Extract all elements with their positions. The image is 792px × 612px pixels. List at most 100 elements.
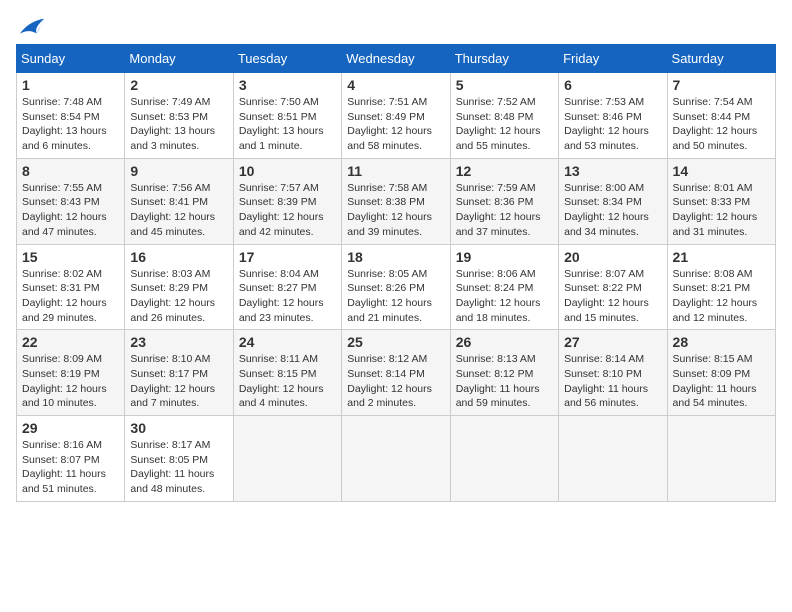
sunset-text: Sunset: 8:43 PM — [22, 195, 119, 210]
calendar-cell: 20 Sunrise: 8:07 AMSunset: 8:22 PMDayligh… — [559, 244, 667, 330]
calendar-cell: 11Sunrise: 7:58 AMSunset: 8:38 PMDayligh… — [342, 158, 450, 244]
calendar-cell: 25Sunrise: 8:12 AMSunset: 8:14 PMDayligh… — [342, 330, 450, 416]
sunrise-text: Sunrise: 8:06 AM — [456, 267, 553, 282]
calendar-week-row: 1Sunrise: 7:48 AMSunset: 8:54 PMDaylight… — [17, 73, 776, 159]
calendar-header-monday: Monday — [125, 45, 233, 73]
calendar-cell: 2 Sunrise: 7:49 AMSunset: 8:53 PMDaylight… — [125, 73, 233, 159]
calendar-cell: 26Sunrise: 8:13 AMSunset: 8:12 PMDayligh… — [450, 330, 558, 416]
day-info: Sunrise: 8:03 AMSunset: 8:29 PMDaylight:… — [130, 267, 227, 326]
day-info: Sunrise: 8:07 AMSunset: 8:22 PMDaylight:… — [564, 267, 661, 326]
sunset-text: Sunset: 8:09 PM — [673, 367, 770, 382]
sunrise-text: Sunrise: 8:10 AM — [130, 352, 227, 367]
sunset-text: Sunset: 8:51 PM — [239, 110, 336, 125]
logo — [16, 16, 46, 34]
day-info: Sunrise: 8:10 AMSunset: 8:17 PMDaylight:… — [130, 352, 227, 411]
daylight-text: Daylight: 12 hours and 15 minutes. — [564, 296, 661, 325]
daylight-text: Daylight: 13 hours and 1 minute. — [239, 124, 336, 153]
sunset-text: Sunset: 8:33 PM — [673, 195, 770, 210]
sunrise-text: Sunrise: 8:09 AM — [22, 352, 119, 367]
calendar-cell: 1Sunrise: 7:48 AMSunset: 8:54 PMDaylight… — [17, 73, 125, 159]
day-number: 17 — [239, 249, 336, 265]
day-number: 5 — [456, 77, 553, 93]
sunrise-text: Sunrise: 7:49 AM — [130, 95, 227, 110]
daylight-text: Daylight: 12 hours and 34 minutes. — [564, 210, 661, 239]
daylight-text: Daylight: 12 hours and 18 minutes. — [456, 296, 553, 325]
day-info: Sunrise: 8:13 AMSunset: 8:12 PMDaylight:… — [456, 352, 553, 411]
day-number: 16 — [130, 249, 227, 265]
day-info: Sunrise: 7:53 AMSunset: 8:46 PMDaylight:… — [564, 95, 661, 154]
sunrise-text: Sunrise: 8:05 AM — [347, 267, 444, 282]
calendar-cell: 28Sunrise: 8:15 AMSunset: 8:09 PMDayligh… — [667, 330, 775, 416]
sunrise-text: Sunrise: 7:54 AM — [673, 95, 770, 110]
sunrise-text: Sunrise: 7:56 AM — [130, 181, 227, 196]
sunset-text: Sunset: 8:15 PM — [239, 367, 336, 382]
sunset-text: Sunset: 8:14 PM — [347, 367, 444, 382]
day-info: Sunrise: 8:02 AMSunset: 8:31 PMDaylight:… — [22, 267, 119, 326]
sunset-text: Sunset: 8:05 PM — [130, 453, 227, 468]
calendar-table: SundayMondayTuesdayWednesdayThursdayFrid… — [16, 44, 776, 502]
calendar-header-row: SundayMondayTuesdayWednesdayThursdayFrid… — [17, 45, 776, 73]
calendar-header-friday: Friday — [559, 45, 667, 73]
daylight-text: Daylight: 12 hours and 21 minutes. — [347, 296, 444, 325]
day-info: Sunrise: 8:08 AMSunset: 8:21 PMDaylight:… — [673, 267, 770, 326]
daylight-text: Daylight: 12 hours and 12 minutes. — [673, 296, 770, 325]
sunset-text: Sunset: 8:34 PM — [564, 195, 661, 210]
sunrise-text: Sunrise: 8:13 AM — [456, 352, 553, 367]
daylight-text: Daylight: 12 hours and 45 minutes. — [130, 210, 227, 239]
sunset-text: Sunset: 8:24 PM — [456, 281, 553, 296]
calendar-week-row: 29 Sunrise: 8:16 AMSunset: 8:07 PMDayligh… — [17, 416, 776, 502]
calendar-cell: 3Sunrise: 7:50 AMSunset: 8:51 PMDaylight… — [233, 73, 341, 159]
day-info: Sunrise: 8:09 AMSunset: 8:19 PMDaylight:… — [22, 352, 119, 411]
day-number: 20 — [564, 249, 661, 265]
calendar-header-saturday: Saturday — [667, 45, 775, 73]
day-number: 29 — [22, 420, 119, 436]
daylight-text: Daylight: 12 hours and 37 minutes. — [456, 210, 553, 239]
day-info: Sunrise: 7:57 AMSunset: 8:39 PMDaylight:… — [239, 181, 336, 240]
day-number: 2 — [130, 77, 227, 93]
daylight-text: Daylight: 12 hours and 4 minutes. — [239, 382, 336, 411]
sunrise-text: Sunrise: 8:08 AM — [673, 267, 770, 282]
sunset-text: Sunset: 8:07 PM — [22, 453, 119, 468]
calendar-cell — [667, 416, 775, 502]
sunset-text: Sunset: 8:53 PM — [130, 110, 227, 125]
page-header — [16, 16, 776, 34]
sunset-text: Sunset: 8:49 PM — [347, 110, 444, 125]
calendar-cell: 4Sunrise: 7:51 AMSunset: 8:49 PMDaylight… — [342, 73, 450, 159]
day-number: 3 — [239, 77, 336, 93]
sunrise-text: Sunrise: 8:07 AM — [564, 267, 661, 282]
calendar-week-row: 15 Sunrise: 8:02 AMSunset: 8:31 PMDayligh… — [17, 244, 776, 330]
sunrise-text: Sunrise: 8:17 AM — [130, 438, 227, 453]
day-info: Sunrise: 8:12 AMSunset: 8:14 PMDaylight:… — [347, 352, 444, 411]
sunrise-text: Sunrise: 7:55 AM — [22, 181, 119, 196]
daylight-text: Daylight: 12 hours and 55 minutes. — [456, 124, 553, 153]
calendar-cell: 17 Sunrise: 8:04 AMSunset: 8:27 PMDayligh… — [233, 244, 341, 330]
sunrise-text: Sunrise: 7:57 AM — [239, 181, 336, 196]
day-number: 12 — [456, 163, 553, 179]
day-info: Sunrise: 7:55 AMSunset: 8:43 PMDaylight:… — [22, 181, 119, 240]
daylight-text: Daylight: 11 hours and 54 minutes. — [673, 382, 770, 411]
calendar-cell: 27Sunrise: 8:14 AMSunset: 8:10 PMDayligh… — [559, 330, 667, 416]
day-number: 30 — [130, 420, 227, 436]
calendar-cell: 12Sunrise: 7:59 AMSunset: 8:36 PMDayligh… — [450, 158, 558, 244]
calendar-cell: 18Sunrise: 8:05 AMSunset: 8:26 PMDayligh… — [342, 244, 450, 330]
day-number: 8 — [22, 163, 119, 179]
daylight-text: Daylight: 12 hours and 58 minutes. — [347, 124, 444, 153]
day-number: 15 — [22, 249, 119, 265]
daylight-text: Daylight: 12 hours and 53 minutes. — [564, 124, 661, 153]
calendar-cell: 29 Sunrise: 8:16 AMSunset: 8:07 PMDayligh… — [17, 416, 125, 502]
day-info: Sunrise: 7:49 AMSunset: 8:53 PMDaylight:… — [130, 95, 227, 154]
day-number: 19 — [456, 249, 553, 265]
day-info: Sunrise: 7:54 AMSunset: 8:44 PMDaylight:… — [673, 95, 770, 154]
sunrise-text: Sunrise: 8:00 AM — [564, 181, 661, 196]
day-info: Sunrise: 8:16 AMSunset: 8:07 PMDaylight:… — [22, 438, 119, 497]
calendar-cell: 9Sunrise: 7:56 AMSunset: 8:41 PMDaylight… — [125, 158, 233, 244]
daylight-text: Daylight: 11 hours and 59 minutes. — [456, 382, 553, 411]
daylight-text: Daylight: 11 hours and 48 minutes. — [130, 467, 227, 496]
day-number: 14 — [673, 163, 770, 179]
day-info: Sunrise: 8:04 AMSunset: 8:27 PMDaylight:… — [239, 267, 336, 326]
day-number: 13 — [564, 163, 661, 179]
daylight-text: Daylight: 13 hours and 3 minutes. — [130, 124, 227, 153]
sunset-text: Sunset: 8:48 PM — [456, 110, 553, 125]
day-number: 28 — [673, 334, 770, 350]
day-number: 21 — [673, 249, 770, 265]
